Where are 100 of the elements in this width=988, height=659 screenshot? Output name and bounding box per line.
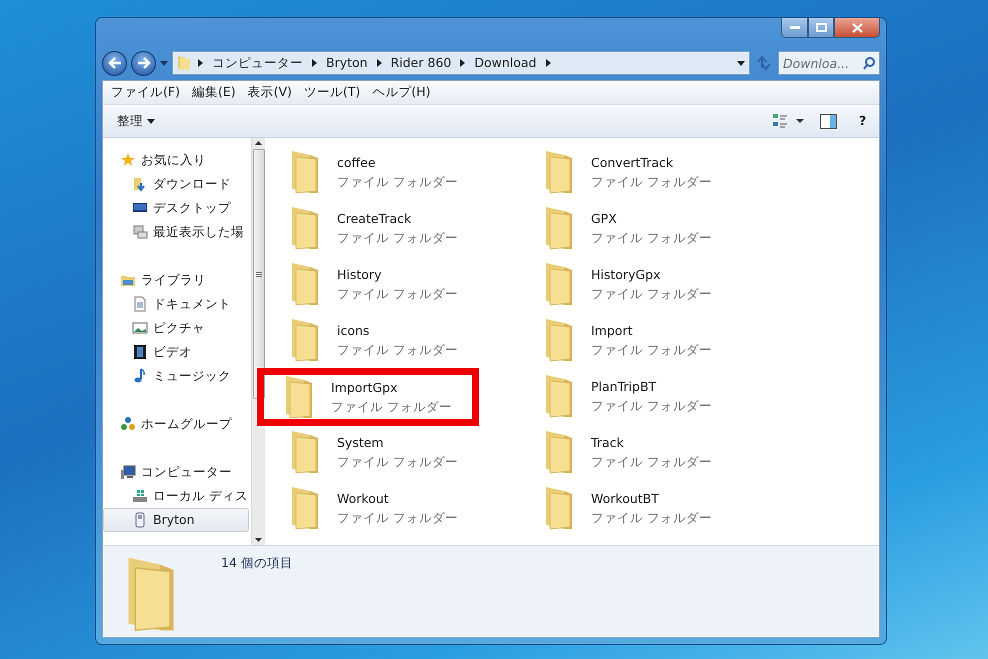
- folder-item[interactable]: History ファイル フォルダー: [283, 256, 537, 312]
- folder-item[interactable]: HistoryGpx ファイル フォルダー: [537, 256, 791, 312]
- folder-item[interactable]: System ファイル フォルダー: [283, 424, 537, 480]
- view-options-icon[interactable]: [772, 113, 804, 129]
- address-bar[interactable]: コンピューター Bryton Rider 860 Download: [172, 51, 750, 75]
- folder-icon: [290, 261, 320, 307]
- preview-pane-icon[interactable]: [820, 114, 837, 128]
- menu-item[interactable]: 表示(V): [244, 83, 300, 102]
- folder-type: ファイル フォルダー: [337, 173, 458, 191]
- folder-item[interactable]: Track ファイル フォルダー: [537, 424, 791, 480]
- forward-button[interactable]: [131, 50, 156, 76]
- minimize-icon: [790, 26, 800, 30]
- scrollbar-thumb[interactable]: [252, 149, 264, 399]
- breadcrumb-item[interactable]: コンピューター: [210, 54, 305, 72]
- folder-icon: [544, 485, 574, 531]
- nav-item[interactable]: お気に入り: [103, 148, 249, 172]
- chevron-icon: [460, 59, 466, 67]
- folder-name: System: [337, 434, 385, 452]
- nav-item[interactable]: ダウンロード: [103, 172, 249, 196]
- back-button[interactable]: [102, 50, 127, 76]
- close-button[interactable]: [834, 18, 880, 38]
- folder-icon: [544, 149, 574, 195]
- nav-item[interactable]: ローカル ディス: [103, 484, 249, 508]
- menu-item[interactable]: ツール(T): [300, 83, 368, 102]
- music-note-icon: [132, 368, 148, 384]
- folder-type: ファイル フォルダー: [591, 341, 712, 359]
- folder-type: ファイル フォルダー: [337, 285, 458, 303]
- folder-icon: [544, 317, 574, 363]
- right-arrow-icon: [136, 57, 150, 69]
- nav-item[interactable]: コンピューター: [103, 460, 249, 484]
- folder-item[interactable]: Workout ファイル フォルダー: [283, 480, 537, 536]
- folder-item[interactable]: icons ファイル フォルダー: [283, 312, 537, 368]
- network-icon: [120, 416, 136, 432]
- folder-icon: [290, 485, 320, 531]
- document-icon: [132, 296, 148, 312]
- drive-icon: [132, 488, 148, 504]
- folder-name: ConvertTrack: [591, 154, 674, 172]
- star-icon: [120, 152, 136, 168]
- item-count: 14 個の項目: [221, 554, 293, 572]
- folder-name: coffee: [337, 154, 377, 172]
- folder-item[interactable]: ConvertTrack ファイル フォルダー: [537, 144, 791, 200]
- maximize-button[interactable]: [808, 18, 834, 38]
- nav-item[interactable]: デスクトップ: [103, 196, 249, 220]
- folder-type: ファイル フォルダー: [331, 398, 452, 416]
- chevron-icon: [198, 59, 203, 67]
- folder-item[interactable]: Import ファイル フォルダー: [537, 312, 791, 368]
- folder-type: ファイル フォルダー: [591, 397, 712, 415]
- nav-item[interactable]: ピクチャ: [103, 316, 249, 340]
- minimize-button[interactable]: [781, 18, 808, 38]
- chevron-icon: [376, 59, 382, 67]
- folder-type: ファイル フォルダー: [591, 509, 712, 527]
- folder-type: ファイル フォルダー: [591, 229, 712, 247]
- nav-item[interactable]: ライブラリ: [103, 268, 249, 292]
- nav-item[interactable]: ビデオ: [103, 340, 249, 364]
- folder-item[interactable]: WorkoutBT ファイル フォルダー: [537, 480, 791, 536]
- folder-item[interactable]: CreateTrack ファイル フォルダー: [283, 200, 537, 256]
- scrollbar[interactable]: [251, 138, 265, 545]
- folder-type: ファイル フォルダー: [337, 453, 458, 471]
- picture-icon: [132, 320, 148, 336]
- help-button[interactable]: ?: [853, 112, 871, 130]
- breadcrumb-item[interactable]: Download: [472, 54, 538, 72]
- left-arrow-icon: [108, 57, 122, 69]
- nav-item[interactable]: ミュージック: [103, 364, 249, 388]
- nav-item[interactable]: ホームグループ: [103, 412, 249, 436]
- folder-icon: [284, 374, 314, 420]
- folder-icon: [290, 205, 320, 251]
- breadcrumb-item[interactable]: Rider 860: [388, 54, 454, 72]
- organize-button[interactable]: 整理: [111, 110, 161, 132]
- folder-icon: [290, 149, 320, 195]
- menu-item[interactable]: 編集(E): [188, 83, 244, 102]
- nav-item[interactable]: Bryton: [103, 508, 249, 532]
- menu-item[interactable]: ファイル(F): [107, 83, 188, 102]
- folder-item[interactable]: GPX ファイル フォルダー: [537, 200, 791, 256]
- scroll-up-icon[interactable]: [255, 141, 262, 145]
- caret-icon: [147, 118, 155, 124]
- folder-icon: [177, 55, 191, 71]
- dropdown-caret-icon[interactable]: [737, 60, 745, 66]
- chevron-icon: [312, 59, 317, 67]
- folder-type: ファイル フォルダー: [337, 509, 458, 527]
- menu-item[interactable]: ヘルプ(H): [368, 83, 438, 102]
- folder-icon: [290, 317, 320, 363]
- folder-icon: [290, 429, 320, 475]
- maximize-icon: [816, 23, 826, 32]
- breadcrumb-item[interactable]: Bryton: [324, 54, 370, 72]
- nav-item[interactable]: ドキュメント: [103, 292, 249, 316]
- folder-item[interactable]: ImportGpx ファイル フォルダー: [257, 368, 479, 426]
- nav-item[interactable]: 最近表示した場: [103, 220, 249, 244]
- folder-name: GPX: [591, 210, 618, 228]
- folder-item[interactable]: coffee ファイル フォルダー: [283, 144, 537, 200]
- film-icon: [132, 344, 148, 360]
- folder-icon: [544, 429, 574, 475]
- scroll-down-icon[interactable]: [255, 538, 262, 542]
- folder-item[interactable]: PlanTripBT ファイル フォルダー: [537, 368, 791, 424]
- folder-name: icons: [337, 322, 370, 340]
- computers-icon: [132, 224, 148, 240]
- history-caret-icon[interactable]: [160, 60, 168, 66]
- folder-type: ファイル フォルダー: [591, 285, 712, 303]
- search-icon: [863, 57, 875, 70]
- search-field[interactable]: Downloa...: [778, 51, 880, 75]
- folder-icon: [544, 373, 574, 419]
